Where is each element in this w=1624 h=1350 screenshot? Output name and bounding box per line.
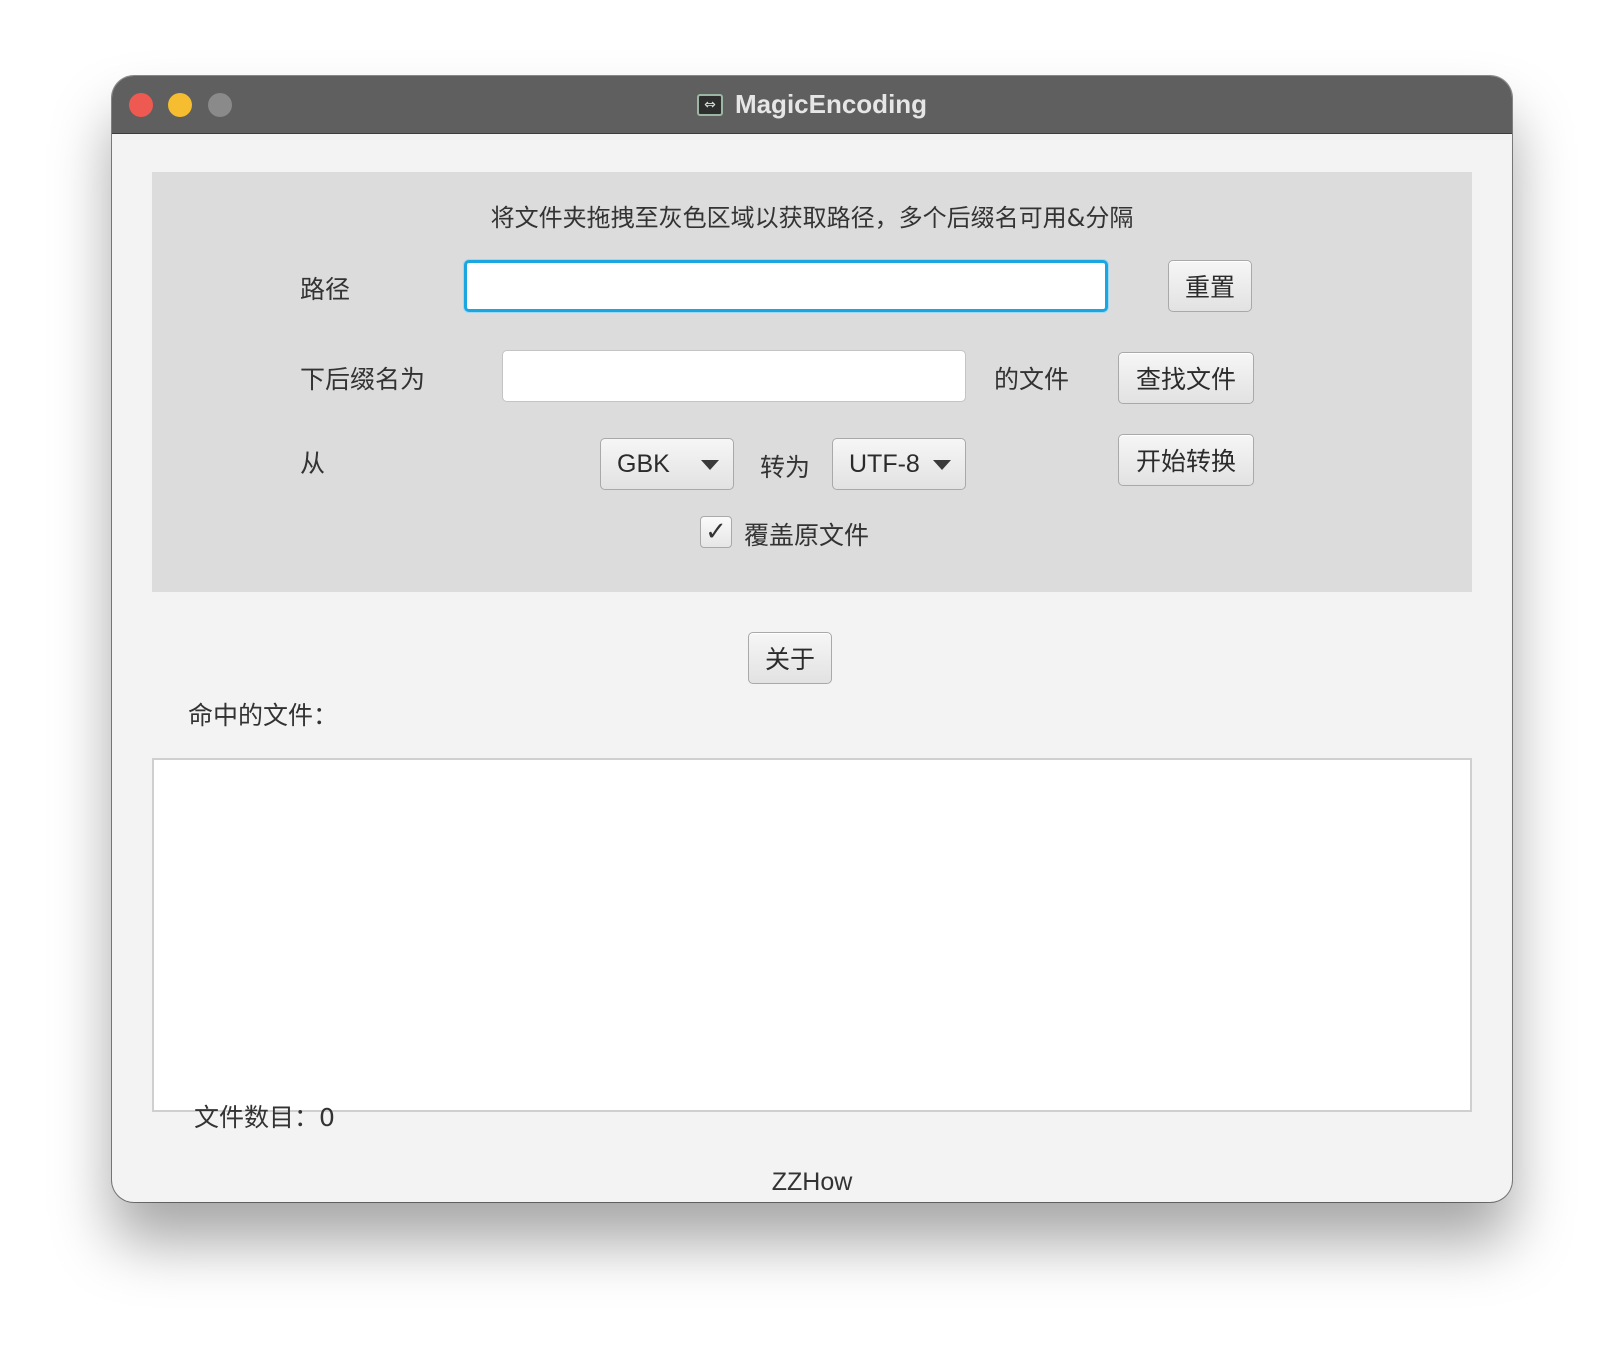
window-title: MagicEncoding <box>734 89 928 119</box>
matched-files-label: 命中的文件： <box>188 701 339 730</box>
app-icon: ⇔ <box>696 93 723 116</box>
files-suffix-label: 的文件 <box>994 365 1070 394</box>
to-label: 转为 <box>760 453 811 482</box>
drop-zone-panel[interactable]: 将文件夹拖拽至灰色区域以获取路径，多个后缀名可用&分隔 路径 重置 下后缀名为 … <box>152 172 1472 592</box>
path-label: 路径 <box>300 275 351 304</box>
to-encoding-select[interactable]: UTF-8 <box>832 438 966 490</box>
window-content: 将文件夹拖拽至灰色区域以获取路径，多个后缀名可用&分隔 路径 重置 下后缀名为 … <box>112 134 1512 1202</box>
file-count-label: 文件数目：0 <box>194 1103 335 1132</box>
start-convert-button[interactable]: 开始转换 <box>1118 434 1254 486</box>
to-encoding-value: UTF-8 <box>849 449 920 478</box>
footer-author: ZZHow <box>771 1168 853 1196</box>
path-input[interactable] <box>464 260 1108 312</box>
from-label: 从 <box>300 449 326 478</box>
overwrite-checkbox[interactable]: ✓ <box>700 516 732 548</box>
about-button[interactable]: 关于 <box>748 632 832 684</box>
chevron-down-icon <box>701 460 719 470</box>
drop-hint: 将文件夹拖拽至灰色区域以获取路径，多个后缀名可用&分隔 <box>490 204 1134 232</box>
suffix-input[interactable] <box>502 350 966 402</box>
matched-files-list[interactable] <box>152 758 1472 1112</box>
find-files-button[interactable]: 查找文件 <box>1118 352 1254 404</box>
title-group: ⇔ MagicEncoding <box>112 76 1512 133</box>
app-window: ⇔ MagicEncoding 将文件夹拖拽至灰色区域以获取路径，多个后缀名可用… <box>112 76 1512 1202</box>
chevron-down-icon <box>933 460 951 470</box>
from-encoding-select[interactable]: GBK <box>600 438 734 490</box>
from-encoding-value: GBK <box>617 449 670 478</box>
title-bar[interactable]: ⇔ MagicEncoding <box>112 76 1512 134</box>
reset-button[interactable]: 重置 <box>1168 260 1252 312</box>
check-icon: ✓ <box>705 517 727 547</box>
overwrite-label: 覆盖原文件 <box>744 521 870 550</box>
suffix-label: 下后缀名为 <box>300 365 426 394</box>
